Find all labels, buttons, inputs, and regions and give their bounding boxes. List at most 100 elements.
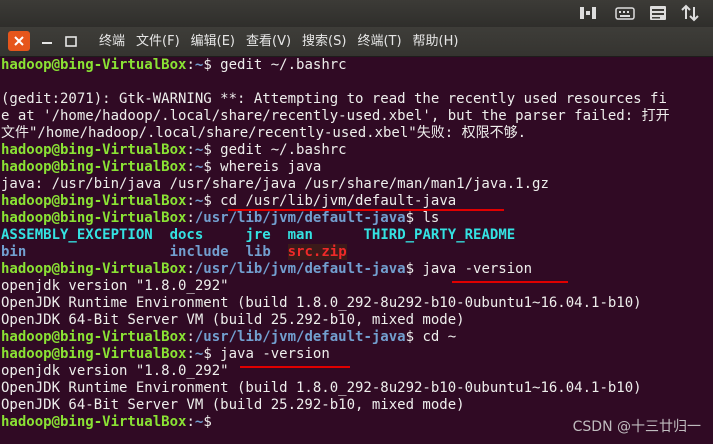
- maximize-icon: [65, 35, 77, 47]
- terminal-line: OpenJDK Runtime Environment (build 1.8.0…: [0, 380, 713, 397]
- terminal-segment: [271, 227, 288, 243]
- annotation-underline-java-version-1: [452, 281, 568, 283]
- terminal-segment: OpenJDK Runtime Environment (build 1.8.0…: [1, 380, 642, 396]
- menu-edit[interactable]: 编辑(E): [191, 32, 235, 51]
- terminal-line: hadoop@bing-VirtualBox:/usr/lib/jvm/defa…: [0, 210, 713, 227]
- terminal-segment: :: [186, 261, 195, 277]
- terminal-segment: :: [186, 329, 195, 345]
- terminal-line: openjdk version "1.8.0_292": [0, 278, 713, 295]
- terminal-segment: :: [186, 346, 195, 362]
- terminal-segment: openjdk version "1.8.0_292": [1, 363, 229, 379]
- terminal-segment: OpenJDK Runtime Environment (build 1.8.0…: [1, 295, 642, 311]
- terminal-line: hadoop@bing-VirtualBox:~$ java -version: [0, 346, 713, 363]
- terminal-segment: openjdk version "1.8.0_292": [1, 278, 229, 294]
- menu-view[interactable]: 查看(V): [246, 32, 291, 51]
- terminal-segment: e at '/home/hadoop/.local/share/recently…: [1, 108, 670, 124]
- terminal-segment: [26, 244, 169, 260]
- terminal-segment: /usr/lib/jvm/default-java: [194, 329, 406, 345]
- terminal-segment: bin: [1, 244, 27, 260]
- terminal-segment: [229, 244, 246, 260]
- window-menu-bar: 终端 文件(F) 编辑(E) 查看(V) 搜索(S) 终端(T) 帮助(H): [0, 27, 713, 57]
- terminal-line: bin include lib src.zip: [0, 244, 713, 261]
- close-icon: [14, 36, 24, 46]
- terminal-segment: hadoop@bing-VirtualBox: [1, 159, 187, 175]
- menu-items: 终端 文件(F) 编辑(E) 查看(V) 搜索(S) 终端(T) 帮助(H): [99, 32, 469, 51]
- terminal-segment: src.zip: [287, 244, 347, 260]
- menu-terminal[interactable]: 终端(T): [357, 32, 401, 51]
- menu-search[interactable]: 搜索(S): [302, 32, 346, 51]
- terminal-segment: (gedit:2071): Gtk-WARNING **: Attempting…: [1, 91, 667, 107]
- terminal-segment: hadoop@bing-VirtualBox: [1, 210, 187, 226]
- terminal-segment: [313, 227, 364, 243]
- terminal-line: hadoop@bing-VirtualBox:/usr/lib/jvm/defa…: [0, 329, 713, 346]
- terminal-line: hadoop@bing-VirtualBox:~$ gedit ~/.bashr…: [0, 142, 713, 159]
- terminal-segment: hadoop@bing-VirtualBox: [1, 346, 187, 362]
- input-method-icon[interactable]: [649, 4, 667, 22]
- terminal-line: ASSEMBLY_EXCEPTION docs jre man THIRD_PA…: [0, 227, 713, 244]
- terminal-segment: $: [203, 414, 221, 430]
- terminal-segment: $ cd /usr/lib/jvm/default-java: [203, 193, 457, 209]
- terminal-segment: $ gedit ~/.bashrc: [203, 142, 347, 158]
- terminal-line: java: /usr/bin/java /usr/share/java /usr…: [0, 176, 713, 193]
- close-window-button[interactable]: [8, 31, 30, 51]
- terminal-segment: :: [186, 159, 195, 175]
- maximize-window-button[interactable]: [60, 31, 82, 51]
- terminal-segment: OpenJDK 64-Bit Server VM (build 25.292-b…: [1, 312, 465, 328]
- terminal-segment: :: [186, 57, 195, 73]
- annotation-underline-cd: [228, 209, 504, 211]
- watermark: CSDN @十三廿归一: [572, 419, 701, 435]
- terminal-segment: [153, 227, 170, 243]
- terminal-segment: [271, 244, 288, 260]
- terminal-segment: jre: [245, 227, 271, 243]
- menu-help[interactable]: 帮助(H): [413, 32, 459, 51]
- terminal-segment: $ java -version: [203, 346, 330, 362]
- terminal-output[interactable]: hadoop@bing-VirtualBox:~$ gedit ~/.bashr…: [0, 57, 713, 444]
- terminal-segment: hadoop@bing-VirtualBox: [1, 57, 187, 73]
- system-top-bar: [0, 0, 713, 27]
- terminal-segment: hadoop@bing-VirtualBox: [1, 414, 187, 430]
- terminal-segment: /usr/lib/jvm/default-java: [194, 261, 406, 277]
- terminal-segment: man: [287, 227, 313, 243]
- terminal-segment: :: [186, 142, 195, 158]
- terminal-segment: hadoop@bing-VirtualBox: [1, 329, 187, 345]
- terminal-segment: :: [186, 210, 195, 226]
- terminal-segment: THIRD_PARTY_README: [363, 227, 516, 243]
- terminal-segment: 文件"/home/hadoop/.local/share/recently-us…: [1, 125, 527, 141]
- terminal-line: (gedit:2071): Gtk-WARNING **: Attempting…: [0, 91, 713, 108]
- terminal-line: OpenJDK 64-Bit Server VM (build 25.292-b…: [0, 312, 713, 329]
- terminal-line: OpenJDK 64-Bit Server VM (build 25.292-b…: [0, 397, 713, 414]
- terminal-segment: :: [186, 414, 195, 430]
- terminal-segment: hadoop@bing-VirtualBox: [1, 142, 187, 158]
- menu-terminal-title[interactable]: 终端: [99, 32, 125, 51]
- terminal-line: hadoop@bing-VirtualBox:~$ whereis java: [0, 159, 713, 176]
- terminal-segment: $ whereis java: [203, 159, 322, 175]
- terminal-segment: $ gedit ~/.bashrc: [203, 57, 347, 73]
- minimize-window-button[interactable]: [36, 31, 58, 51]
- terminal-segment: hadoop@bing-VirtualBox: [1, 193, 187, 209]
- minimize-icon: [42, 42, 52, 44]
- network-icon[interactable]: [579, 4, 597, 22]
- terminal-segment: OpenJDK 64-Bit Server VM (build 25.292-b…: [1, 397, 465, 413]
- terminal-segment: $ cd ~: [405, 329, 457, 345]
- sort-arrows-icon[interactable]: [681, 4, 699, 22]
- terminal-line: OpenJDK Runtime Environment (build 1.8.0…: [0, 295, 713, 312]
- menu-file[interactable]: 文件(F): [136, 32, 180, 51]
- terminal-segment: lib: [245, 244, 271, 260]
- terminal-line: openjdk version "1.8.0_292": [0, 363, 713, 380]
- terminal-line: e at '/home/hadoop/.local/share/recently…: [0, 108, 713, 125]
- terminal-segment: hadoop@bing-VirtualBox: [1, 261, 187, 277]
- terminal-segment: [203, 227, 245, 243]
- annotation-underline-java-version-2: [240, 366, 350, 368]
- terminal-line: hadoop@bing-VirtualBox:/usr/lib/jvm/defa…: [0, 261, 713, 278]
- terminal-segment: docs: [169, 227, 204, 243]
- terminal-segment: $ java -version: [405, 261, 533, 277]
- terminal-line: 文件"/home/hadoop/.local/share/recently-us…: [0, 125, 713, 142]
- terminal-segment: $ ls: [405, 210, 440, 226]
- terminal-segment: java: /usr/bin/java /usr/share/java /usr…: [1, 176, 549, 192]
- terminal-line: hadoop@bing-VirtualBox:~$ cd /usr/lib/jv…: [0, 193, 713, 210]
- terminal-line: hadoop@bing-VirtualBox:~$ gedit ~/.bashr…: [0, 57, 713, 74]
- terminal-segment: /usr/lib/jvm/default-java: [194, 210, 406, 226]
- terminal-segment: include: [169, 244, 229, 260]
- keyboard-icon[interactable]: [615, 4, 635, 22]
